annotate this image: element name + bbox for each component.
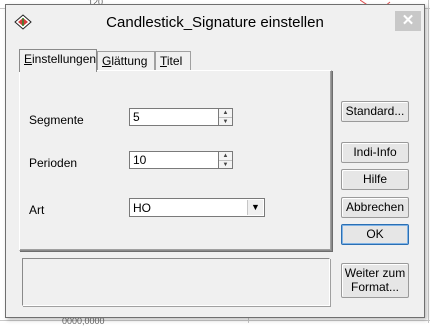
info-status-box	[22, 258, 330, 306]
tab-label: itel	[166, 54, 183, 68]
tab-accelerator: T	[160, 54, 167, 68]
art-select[interactable]: HO ▼	[129, 198, 265, 217]
art-label: Art	[29, 203, 45, 217]
background-gridline	[248, 318, 249, 323]
segmente-spinner[interactable]: ▲ ▼	[219, 108, 233, 126]
perioden-spinner[interactable]: ▲ ▼	[219, 151, 233, 169]
perioden-label: Perioden	[29, 156, 78, 170]
tab-label: lättung	[111, 54, 148, 68]
segmente-input[interactable]	[129, 108, 219, 126]
chevron-down-icon[interactable]: ▼	[247, 200, 263, 215]
weiter-button-line1: Weiter zum	[344, 266, 406, 280]
hilfe-button[interactable]: Hilfe	[341, 169, 409, 190]
abbrechen-button[interactable]: Abbrechen	[341, 197, 409, 218]
segmente-label: Segmente	[29, 113, 84, 127]
weiter-button-line2: Format...	[350, 280, 399, 294]
spin-up-icon[interactable]: ▲	[219, 152, 232, 161]
standard-button[interactable]: Standard...	[341, 101, 409, 122]
title-bar[interactable]: Candlestick_Signature einstellen ✕	[6, 5, 424, 38]
perioden-input[interactable]	[129, 151, 219, 169]
weiter-zum-format-button[interactable]: Weiter zum Format...	[341, 263, 409, 298]
tab-glaettung[interactable]: Glättung	[97, 51, 155, 70]
tab-accelerator: E	[24, 52, 33, 66]
tab-label: instellungen	[32, 52, 97, 66]
tab-accelerator: G	[102, 54, 112, 68]
tab-titel[interactable]: Titel	[155, 51, 191, 70]
spin-down-icon[interactable]: ▼	[219, 161, 232, 169]
art-select-value: HO	[133, 201, 151, 215]
background-gridline	[428, 0, 429, 323]
tab-einstellungen[interactable]: Einstellungen	[19, 49, 97, 72]
dialog-title: Candlestick_Signature einstellen	[106, 14, 324, 31]
spin-down-icon[interactable]: ▼	[219, 118, 232, 126]
settings-dialog: Candlestick_Signature einstellen ✕ Einst…	[5, 4, 425, 318]
close-icon[interactable]: ✕	[395, 11, 421, 31]
indi-info-button[interactable]: Indi-Info	[341, 142, 409, 163]
spin-up-icon[interactable]: ▲	[219, 109, 232, 118]
ok-button[interactable]: OK	[341, 224, 409, 245]
